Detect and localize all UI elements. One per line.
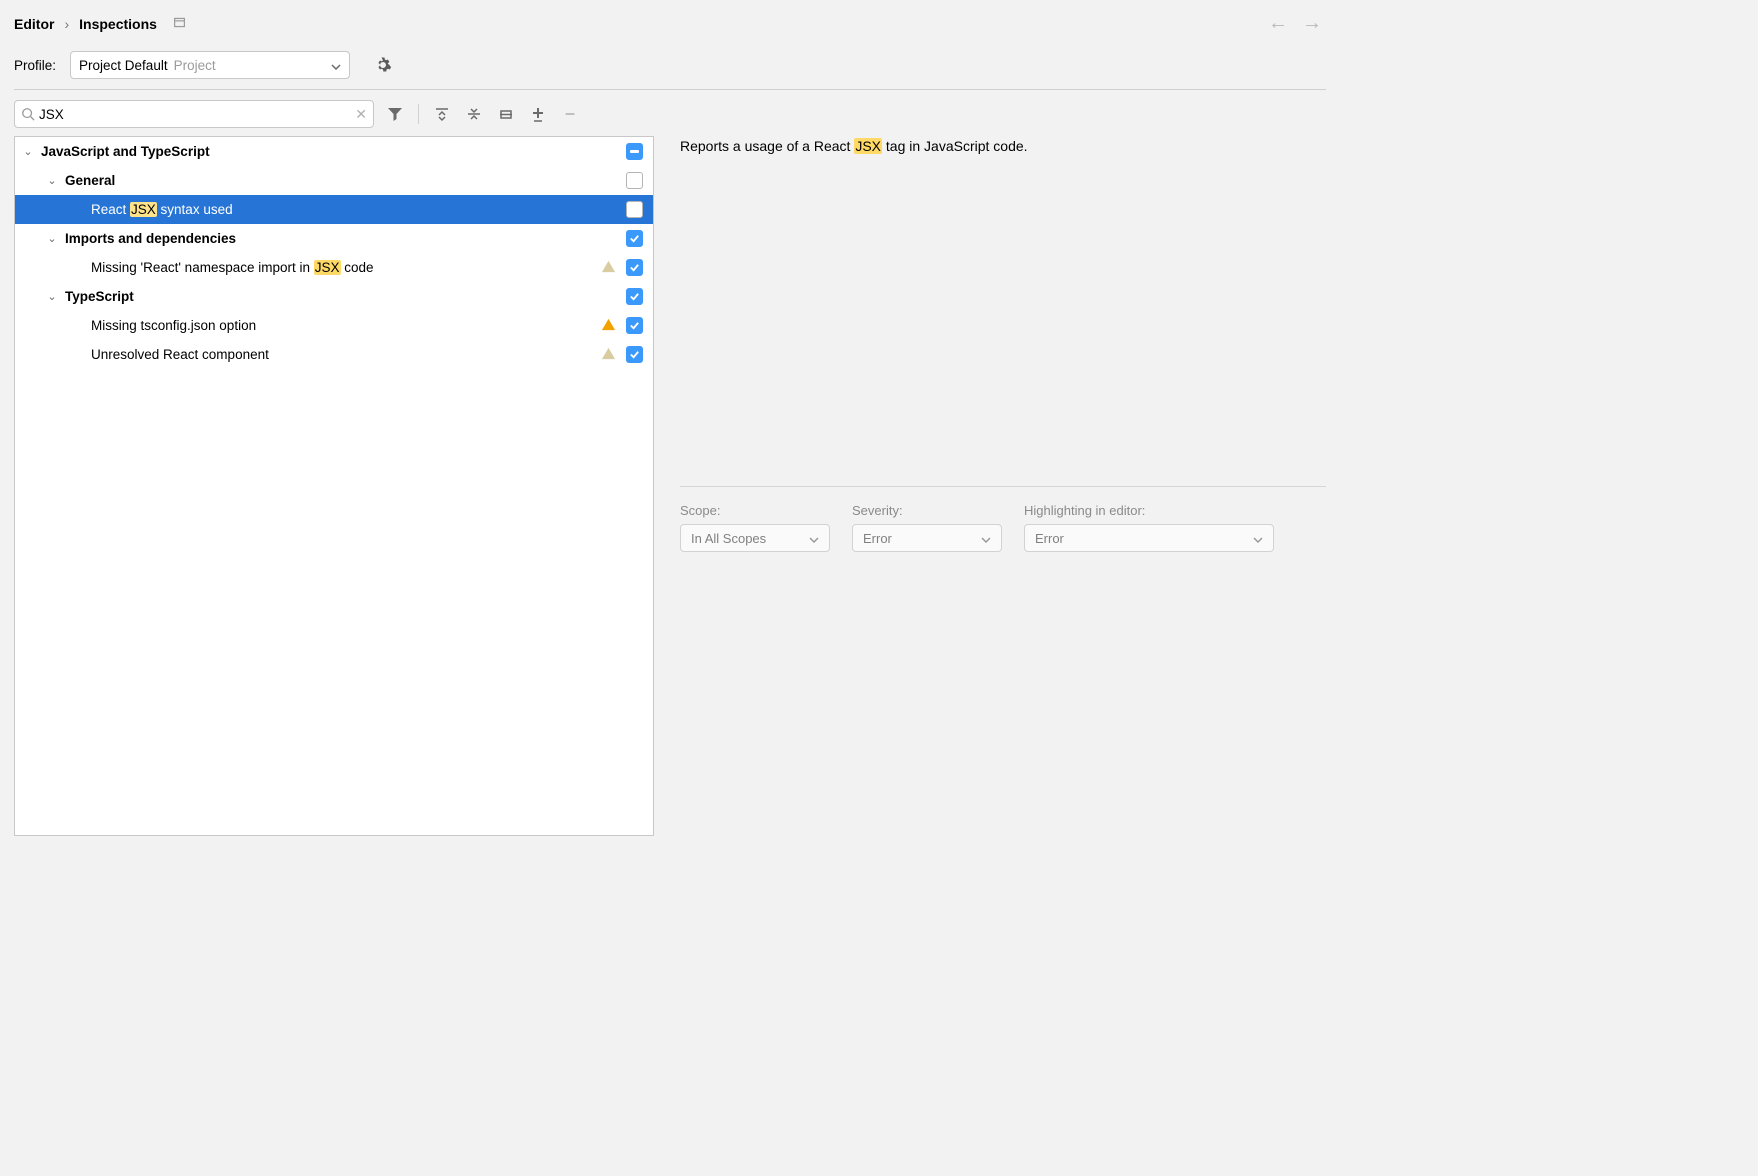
add-icon[interactable] [527,103,549,125]
weak-warning-icon [601,346,616,364]
chevron-down-icon[interactable]: ⌄ [45,232,59,245]
options-row: Scope: In All Scopes Severity: Error Hig… [680,503,1326,552]
tree-group-imports[interactable]: ⌄ Imports and dependencies [15,224,653,253]
tree-group-typescript[interactable]: ⌄ TypeScript [15,282,653,311]
collapse-all-icon[interactable] [463,103,485,125]
tree-item-missing-react-import[interactable]: Missing 'React' namespace import in JSX … [15,253,653,282]
severity-label: Severity: [852,503,1002,518]
scope-select[interactable]: In All Scopes [680,524,830,552]
inspection-tree[interactable]: ⌄ JavaScript and TypeScript ⌄ General Re… [14,136,654,836]
tree-label: Missing tsconfig.json option [91,318,601,333]
checkbox-checked[interactable] [626,230,643,247]
highlighting-select[interactable]: Error [1024,524,1274,552]
breadcrumb-editor[interactable]: Editor [14,16,54,32]
checkbox-checked[interactable] [626,259,643,276]
nav-forward-icon[interactable]: → [1302,12,1322,35]
checkbox-indeterminate[interactable] [626,143,643,160]
tree-group-js-ts[interactable]: ⌄ JavaScript and TypeScript [15,137,653,166]
tree-label: TypeScript [65,289,626,304]
left-column: ✕ [14,100,654,836]
chevron-down-icon [981,531,991,546]
checkbox-checked[interactable] [626,288,643,305]
divider [14,89,1326,90]
profile-name: Project Default [79,58,168,73]
severity-select[interactable]: Error [852,524,1002,552]
search-input[interactable] [39,107,355,122]
checkbox-checked[interactable] [626,346,643,363]
tree-item-unresolved-react[interactable]: Unresolved React component [15,340,653,369]
tree-item-missing-tsconfig[interactable]: Missing tsconfig.json option [15,311,653,340]
show-in-window-icon[interactable] [173,16,186,32]
divider [680,486,1326,487]
reset-icon[interactable] [495,103,517,125]
expand-all-icon[interactable] [431,103,453,125]
breadcrumb: Editor › Inspections [14,16,186,32]
chevron-down-icon[interactable]: ⌄ [45,174,59,187]
gear-icon[interactable] [374,56,392,74]
checkbox-unchecked[interactable] [626,172,643,189]
severity-value: Error [863,531,892,546]
tree-item-react-jsx-syntax[interactable]: React JSX syntax used [15,195,653,224]
remove-icon[interactable] [559,103,581,125]
tree-label: Unresolved React component [91,347,601,362]
profile-label: Profile: [14,58,56,73]
search-box[interactable]: ✕ [14,100,374,128]
weak-warning-icon [601,259,616,277]
checkbox-checked[interactable] [626,317,643,334]
tree-label: Missing 'React' namespace import in JSX … [91,260,601,275]
right-column: Reports a usage of a React JSX tag in Ja… [680,100,1326,836]
warning-icon [601,317,616,335]
toolbar: ✕ [14,100,654,128]
highlighting-label: Highlighting in editor: [1024,503,1274,518]
chevron-down-icon [1253,531,1263,546]
checkbox-unchecked[interactable] [626,201,643,218]
chevron-down-icon[interactable]: ⌄ [21,145,35,158]
tree-label: General [65,173,626,188]
chevron-down-icon [331,58,341,73]
toolbar-separator [418,104,419,124]
tree-label: React JSX syntax used [91,202,626,217]
filter-icon[interactable] [384,103,406,125]
tree-label: JavaScript and TypeScript [41,144,626,159]
inspection-description: Reports a usage of a React JSX tag in Ja… [680,136,1326,466]
breadcrumb-row: Editor › Inspections ← → [14,12,1326,35]
breadcrumb-separator: › [64,16,69,32]
chevron-down-icon [809,531,819,546]
scope-value: In All Scopes [691,531,766,546]
nav-back-icon[interactable]: ← [1268,12,1288,35]
clear-search-icon[interactable]: ✕ [355,106,367,123]
profile-suffix: Project [174,58,216,73]
tree-group-general[interactable]: ⌄ General [15,166,653,195]
chevron-down-icon[interactable]: ⌄ [45,290,59,303]
breadcrumb-inspections[interactable]: Inspections [79,16,157,32]
highlighting-value: Error [1035,531,1064,546]
search-icon [21,107,35,121]
scope-label: Scope: [680,503,830,518]
tree-label: Imports and dependencies [65,231,626,246]
profile-row: Profile: Project Default Project [14,51,1326,79]
nav-arrows: ← → [1268,12,1326,35]
profile-select[interactable]: Project Default Project [70,51,350,79]
